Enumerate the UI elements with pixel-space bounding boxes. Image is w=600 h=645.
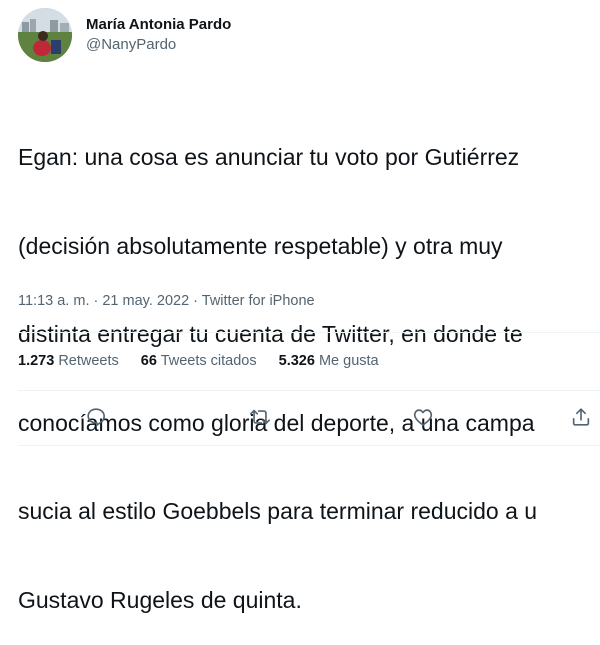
retweet-button[interactable] [245,402,275,432]
likes-count: 5.326 [278,353,315,369]
tweet-text-line: sucia al estilo Goebbels para terminar r… [18,498,538,524]
divider [18,445,600,446]
share-icon [572,408,590,426]
like-button[interactable] [408,402,438,432]
divider [18,390,600,391]
like-icon [413,409,433,426]
tweet-text-line: (decisión absolutamente respetable) y ot… [18,232,503,259]
avatar[interactable] [18,8,72,62]
reply-button[interactable] [81,402,111,432]
likes-label: Me gusta [318,353,379,369]
reply-icon [87,408,105,426]
quotes-count: 66 [140,353,157,369]
quotes-label: Tweets citados [160,353,257,369]
author-handle[interactable]: @NanyPardo [86,35,231,55]
quotes-stat[interactable]: 66 Tweets citados [141,351,257,371]
likes-stat[interactable]: 5.326 Me gusta [279,351,379,371]
tweet-text-line: distinta entregar tu cuenta de Twitter, … [18,321,523,347]
tweet-stats: 1.273 Retweets 66 Tweets citados 5.326 M… [18,351,401,371]
tweet-header: María Antonia Pardo @NanyPardo [18,8,231,62]
share-button[interactable] [566,402,596,432]
tweet-timestamp-meta[interactable]: 11:13 a. m. · 21 may. 2022 · Twitter for… [18,291,315,311]
retweet-icon [250,409,270,425]
author-display-name[interactable]: María Antonia Pardo [86,15,231,35]
retweets-stat[interactable]: 1.273 Retweets [18,351,119,371]
tweet-text-line: Egan: una cosa es anunciar tu voto por G… [18,144,520,170]
tweet-text-line: Gustavo Rugeles de quinta. [18,586,302,613]
divider [18,332,600,333]
tweet-actions [0,402,600,432]
retweets-label: Retweets [58,353,119,369]
retweets-count: 1.273 [18,353,55,369]
